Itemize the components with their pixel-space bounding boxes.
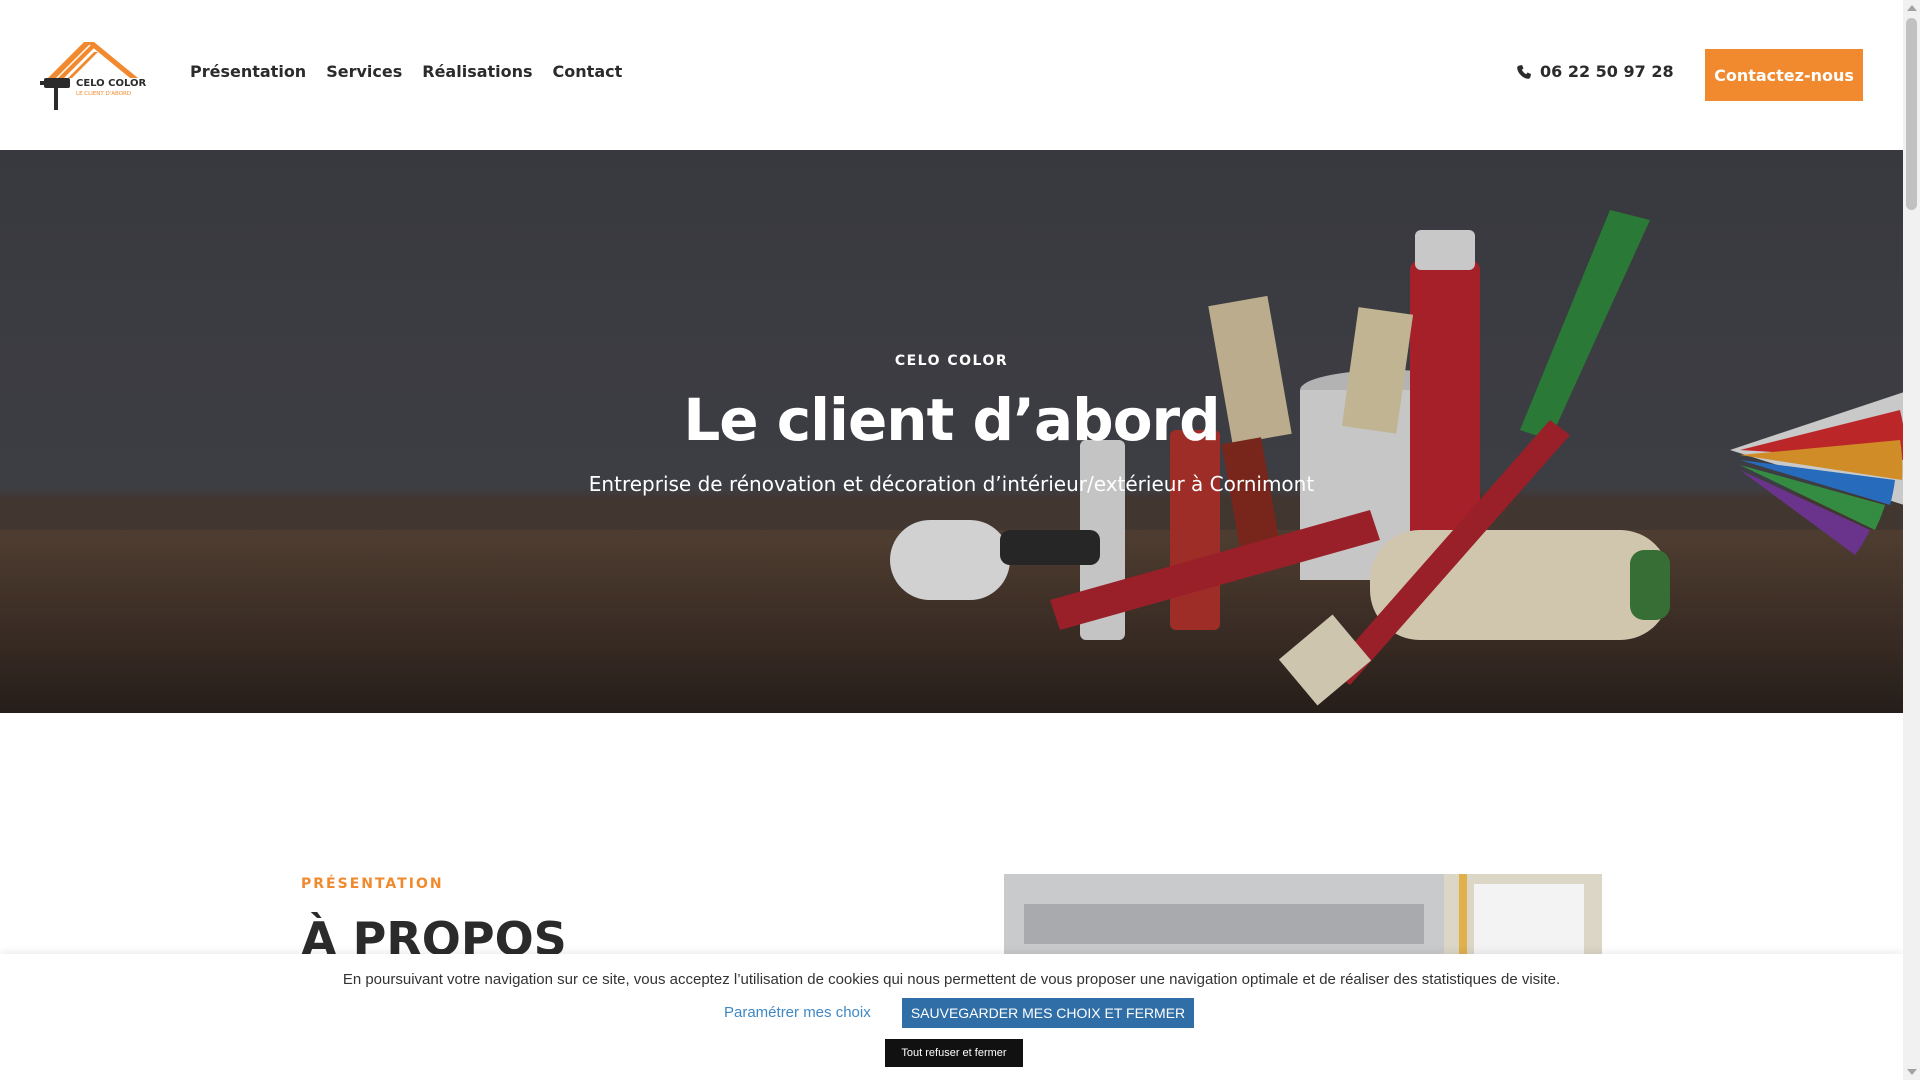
hero-eyebrow: CELO COLOR [894,353,1009,369]
page-scrollbar[interactable] [1903,0,1920,1080]
scroll-up-arrow-icon[interactable] [1907,5,1917,11]
svg-text:LE CLIENT D'ABORD: LE CLIENT D'ABORD [76,91,131,97]
cookie-settings-link[interactable]: Paramétrer mes choix [724,1004,871,1021]
phone-link[interactable]: 06 22 50 97 28 [1516,62,1674,81]
phone-number: 06 22 50 97 28 [1540,62,1674,81]
hero-title: Le client d’abord [683,386,1220,454]
cookie-banner: En poursuivant votre navigation sur ce s… [0,954,1903,1080]
hero-subtitle: Entreprise de rénovation et décoration d… [588,472,1315,496]
paint-roller-roof-logo-icon: CELO COLOR LE CLIENT D'ABORD [40,42,147,110]
nav-item-realisations[interactable]: Réalisations [422,62,532,81]
nav-item-presentation[interactable]: Présentation [190,62,306,81]
presentation-eyebrow: PRÉSENTATION [301,876,444,892]
cookie-message: En poursuivant votre navigation sur ce s… [342,971,1561,988]
main-nav: Présentation Services Réalisations Conta… [190,62,622,81]
hero-section: CELO COLOR Le client d’abord Entreprise … [0,150,1903,713]
cookie-refuse-button[interactable]: Tout refuser et fermer [885,1039,1023,1067]
scroll-down-arrow-icon[interactable] [1907,1069,1917,1075]
nav-item-contact[interactable]: Contact [553,62,623,81]
phone-icon [1517,64,1531,79]
scrollbar-thumb[interactable] [1906,18,1917,210]
svg-text:CELO COLOR: CELO COLOR [76,78,147,89]
nav-item-services[interactable]: Services [326,62,402,81]
contact-us-button[interactable]: Contactez-nous [1705,49,1863,101]
celo-color-logo[interactable]: CELO COLOR LE CLIENT D'ABORD [40,36,150,110]
cookie-save-button[interactable]: SAUVEGARDER MES CHOIX ET FERMER [902,998,1194,1028]
site-header: CELO COLOR LE CLIENT D'ABORD Présentatio… [0,0,1903,150]
